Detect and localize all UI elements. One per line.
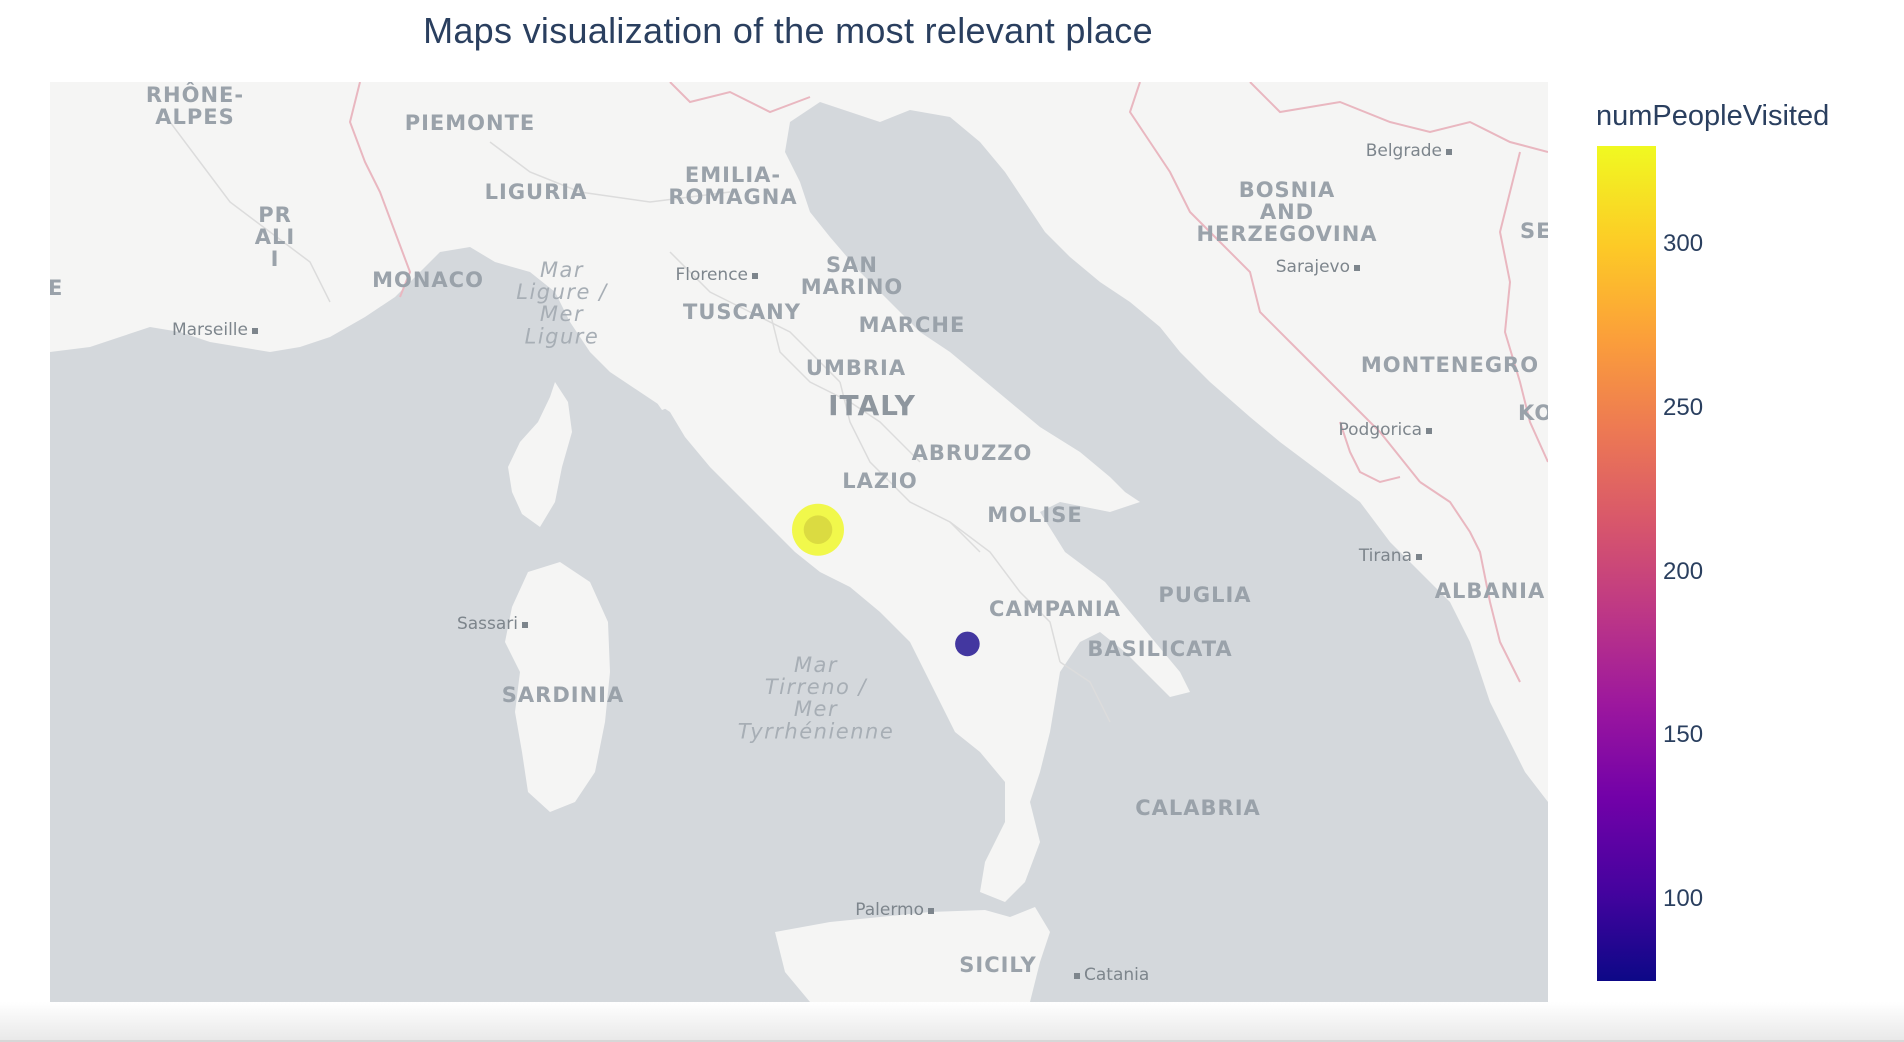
- colorbar-gradient: [1597, 146, 1656, 981]
- region-label: SICILY: [959, 953, 1036, 977]
- country-label: ALBANIA: [1435, 579, 1546, 603]
- city-label: Marseille: [172, 320, 248, 340]
- region-label: BASILICATA: [1087, 637, 1232, 661]
- region-label: MOLISE: [987, 503, 1082, 527]
- region-label: SARDINIA: [502, 683, 624, 707]
- city-label: Belgrade: [1366, 141, 1442, 161]
- colorbar-tick: 100: [1663, 885, 1704, 913]
- country-label-fragment: SERB: [1520, 219, 1548, 243]
- region-label: LAZIO: [842, 469, 918, 493]
- city-label: Sassari: [457, 614, 518, 634]
- colorbar-tick: 250: [1663, 393, 1704, 421]
- region-label: TUSCANY: [683, 300, 801, 324]
- region-label: ABRUZZO: [912, 441, 1033, 465]
- region-label: PIEMONTE: [405, 111, 536, 135]
- edge-label-fragment: E: [50, 276, 63, 300]
- country-label: MONACO: [372, 268, 484, 292]
- colorbar-title: numPeopleVisited: [1596, 100, 1830, 132]
- city-label: Palermo: [855, 900, 924, 920]
- city-label: Sarajevo: [1276, 257, 1350, 277]
- colorbar-tick: 300: [1663, 230, 1704, 258]
- region-label: CALABRIA: [1135, 796, 1261, 820]
- region-label: MARCHE: [859, 313, 966, 337]
- colorbar-tick: 200: [1663, 557, 1704, 585]
- country-label: MONTENEGRO: [1361, 353, 1539, 377]
- city-label: Podgorica: [1338, 420, 1422, 440]
- region-label: EMILIA-ROMAGNA: [668, 163, 797, 209]
- country-label: ITALY: [828, 389, 916, 422]
- city-label: Florence: [675, 265, 748, 285]
- map-point-naples[interactable]: [955, 631, 980, 657]
- region-label: PUGLIA: [1158, 583, 1251, 607]
- chart-title: Maps visualization of the most relevant …: [423, 10, 1153, 51]
- region-label: RHÔNE-ALPES: [146, 82, 244, 129]
- basemap: RHÔNE-ALPES PIEMONTE LIGURIA EMILIA-ROMA…: [50, 82, 1548, 1002]
- country-label-fragment: KO: [1518, 401, 1548, 425]
- colorbar-tick: 150: [1663, 721, 1704, 749]
- window-bottom-bar: [0, 1002, 1904, 1042]
- map-point-overlap: [803, 515, 833, 544]
- region-label: LIGURIA: [485, 180, 588, 204]
- region-label: UMBRIA: [806, 356, 906, 380]
- city-label: Tirana: [1358, 546, 1412, 566]
- region-label: CAMPANIA: [989, 597, 1121, 621]
- city-label: Catania: [1084, 965, 1149, 985]
- map-viewport[interactable]: RHÔNE-ALPES PIEMONTE LIGURIA EMILIA-ROMA…: [50, 82, 1548, 1002]
